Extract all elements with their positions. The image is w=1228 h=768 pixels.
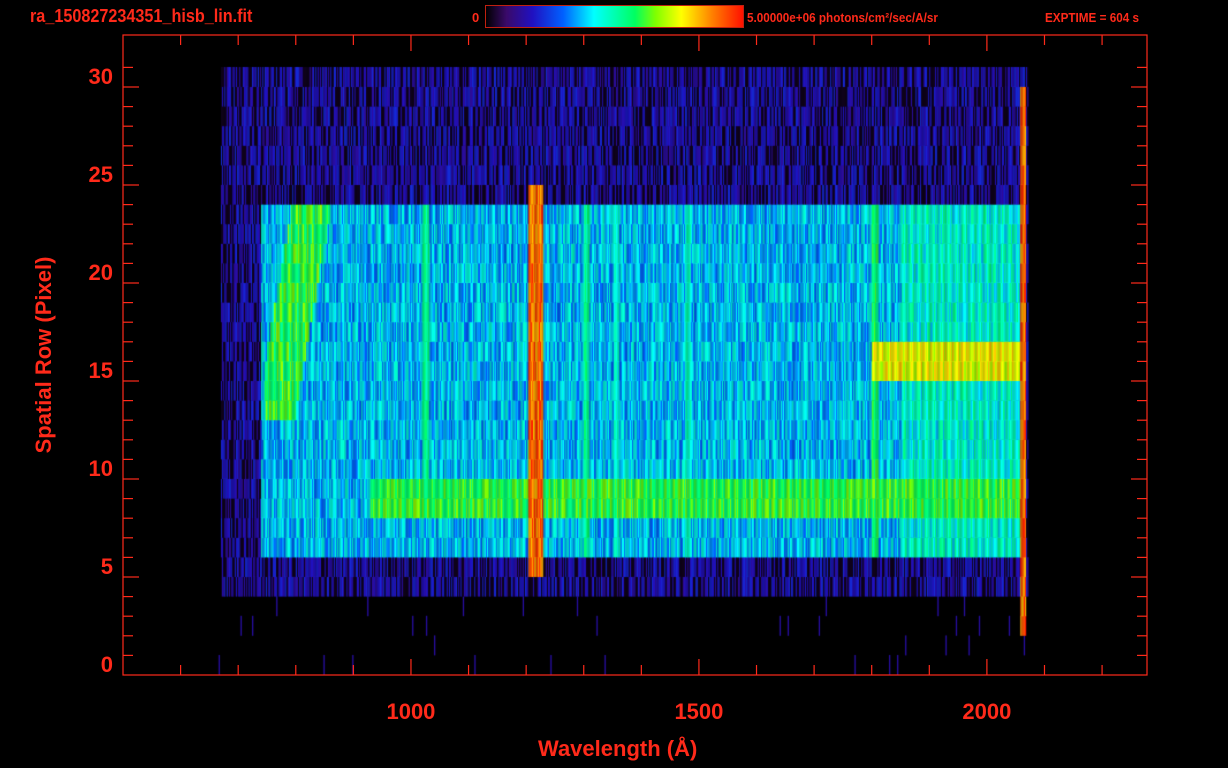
y-tick-label: 15	[88, 358, 113, 383]
x-tick-label: 1000	[386, 699, 436, 724]
x-tick-label: 2000	[962, 699, 1012, 724]
y-axis-title: Spatial Row (Pixel)	[31, 256, 56, 454]
y-tick-label: 20	[88, 260, 113, 285]
y-tick-label: 30	[88, 64, 113, 89]
plot-frame	[122, 34, 1148, 676]
y-tick-label: 25	[88, 162, 113, 187]
x-tick-label: 1500	[674, 699, 724, 724]
y-tick-label: 10	[88, 456, 113, 481]
plot-axes	[122, 34, 1148, 676]
y-tick-label: 5	[100, 554, 113, 579]
x-axis-title: Wavelength (Å)	[538, 736, 698, 761]
y-tick-label: 0	[100, 652, 113, 677]
